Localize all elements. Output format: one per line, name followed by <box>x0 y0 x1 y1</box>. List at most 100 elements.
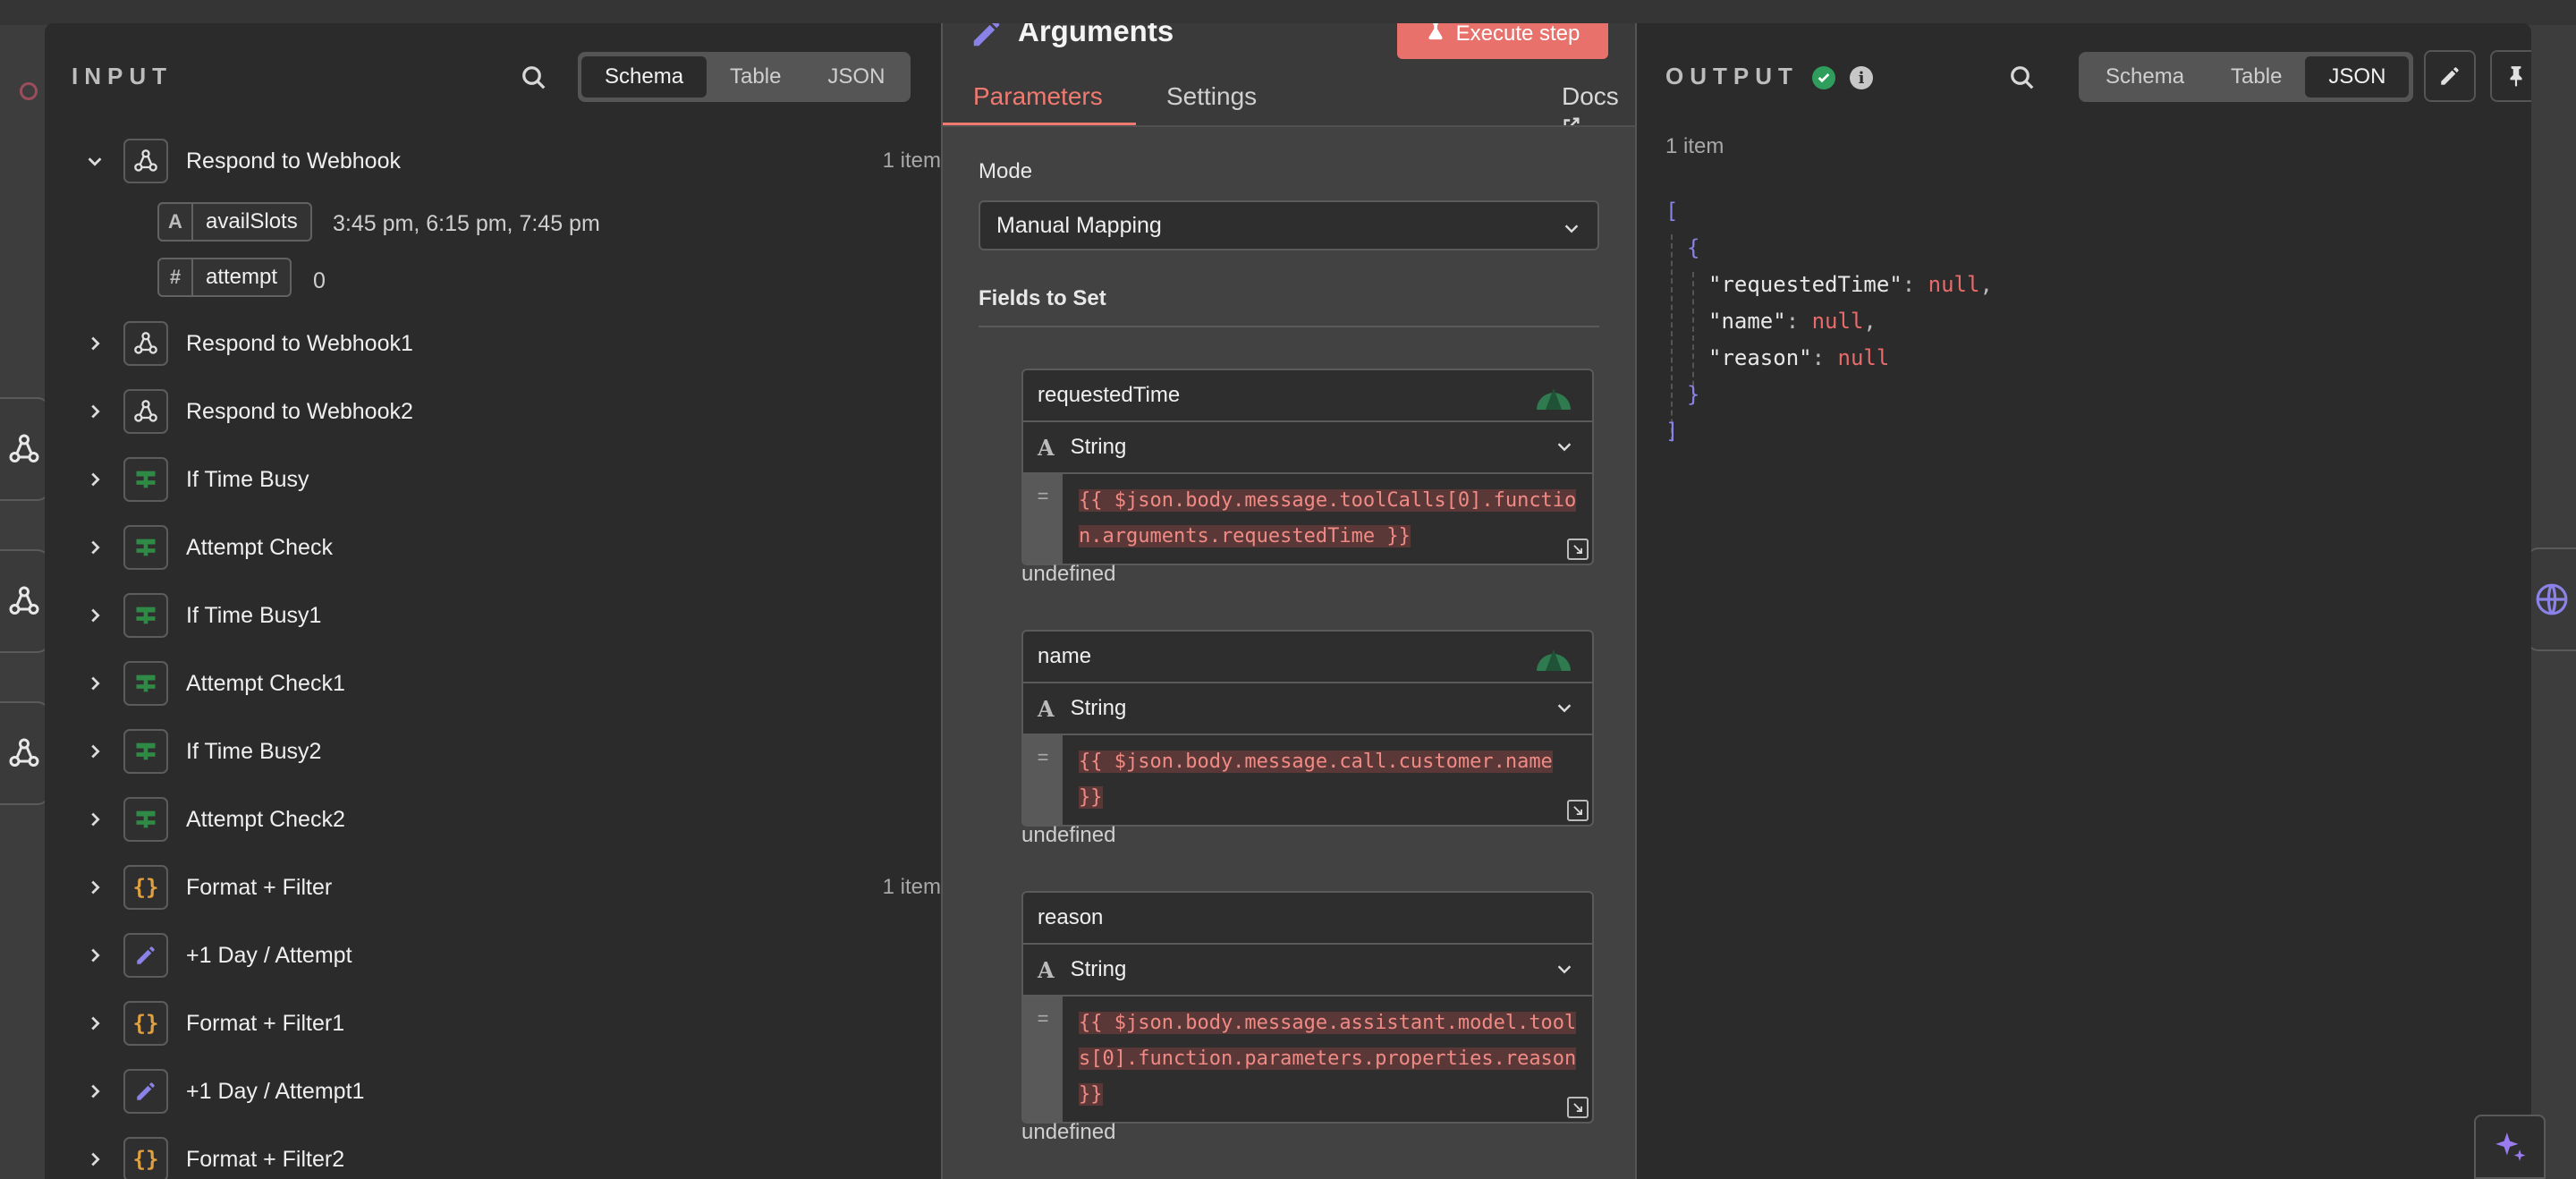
field-name-input[interactable]: name <box>1023 632 1592 683</box>
tab-settings[interactable]: Settings <box>1166 82 1257 111</box>
tree-row[interactable]: Respond to Webhook 1 item <box>45 136 941 186</box>
chevron-right-icon[interactable] <box>84 673 106 694</box>
parameters-panel: Arguments Execute step Parameters Settin… <box>941 23 1637 1179</box>
tree-row[interactable]: +1 Day / Attempt <box>45 930 941 980</box>
tree-row[interactable]: Respond to Webhook2 <box>45 386 941 437</box>
expand-icon[interactable] <box>1567 539 1589 560</box>
expression-editor[interactable]: = {{ $json.body.message.toolCalls[0].fun… <box>1023 474 1592 564</box>
chevron-right-icon[interactable] <box>84 401 106 422</box>
tree-row[interactable]: +1 Day / Attempt1 <box>45 1066 941 1116</box>
tree-row[interactable]: {} Format + Filter2 <box>45 1134 941 1179</box>
webhook-icon <box>9 586 39 615</box>
expression-equals-icon: = <box>1023 735 1063 825</box>
expand-icon[interactable] <box>1567 800 1589 821</box>
execute-step-button[interactable]: Execute step <box>1397 23 1608 59</box>
chevron-right-icon[interactable] <box>84 741 106 762</box>
tree-node-label: Format + Filter <box>186 874 333 900</box>
chevron-right-icon[interactable] <box>84 1081 106 1102</box>
tree-row[interactable]: Respond to Webhook1 <box>45 318 941 369</box>
json-viewer[interactable]: [ { "requestedTime": null, "name": null,… <box>1665 193 1993 450</box>
search-icon[interactable] <box>2007 63 2038 93</box>
chevron-right-icon[interactable] <box>84 877 106 898</box>
tree-row[interactable]: {} Format + Filter1 <box>45 998 941 1048</box>
webhook-icon <box>123 139 168 183</box>
input-tab-schema[interactable]: Schema <box>581 56 708 98</box>
canvas-http-node[interactable] <box>2526 547 2576 651</box>
chevron-right-icon[interactable] <box>84 809 106 830</box>
tree-row[interactable]: Attempt Check <box>45 522 941 573</box>
chevron-right-icon[interactable] <box>84 469 106 490</box>
search-icon[interactable] <box>519 63 549 93</box>
field-name-input[interactable]: reason <box>1023 893 1592 945</box>
field-card: name A String = {{ $json.body.message.ca… <box>1021 630 1594 827</box>
expression-editor[interactable]: = {{ $json.body.message.assistant.model.… <box>1023 997 1592 1122</box>
pencil-icon <box>2441 67 2459 85</box>
canvas-webhook-node-1[interactable] <box>0 397 50 501</box>
info-icon[interactable]: i <box>1850 66 1873 89</box>
output-title: OUTPUT <box>1665 63 1799 89</box>
node-details-modal: INPUT Schema Table JSON Respond to Webho… <box>45 23 2531 1179</box>
edit-output-button[interactable] <box>2424 50 2476 102</box>
flask-icon <box>1426 23 1445 47</box>
pin-data-button[interactable] <box>2490 50 2531 102</box>
expression-preview: undefined <box>1021 562 1116 586</box>
mode-select[interactable]: Manual Mapping <box>979 200 1599 250</box>
input-tab-table[interactable]: Table <box>707 56 804 98</box>
tree-row[interactable]: If Time Busy1 <box>45 590 941 640</box>
chevron-right-icon[interactable] <box>84 1149 106 1170</box>
chevron-right-icon[interactable] <box>84 605 106 626</box>
field-name: requestedTime <box>1038 383 1181 407</box>
chevron-right-icon[interactable] <box>84 1013 106 1034</box>
field-type-select[interactable]: A String <box>1023 683 1592 735</box>
pin-icon <box>2510 66 2522 87</box>
chevron-right-icon[interactable] <box>84 945 106 966</box>
if-icon <box>123 457 168 502</box>
ai-assistant-button[interactable] <box>2474 1115 2546 1179</box>
tree-row[interactable]: If Time Busy <box>45 454 941 505</box>
canvas-webhook-node-2[interactable] <box>0 549 50 653</box>
field-type-select[interactable]: A String <box>1023 945 1592 997</box>
number-type-icon: # <box>159 259 193 295</box>
output-tab-schema[interactable]: Schema <box>2082 56 2207 98</box>
chevron-right-icon[interactable] <box>84 537 106 558</box>
vapi-icon <box>1537 649 1571 671</box>
string-type-icon: A <box>159 204 193 240</box>
tree-node-label: If Time Busy1 <box>186 602 322 628</box>
canvas-webhook-node-3[interactable] <box>0 701 50 805</box>
expression-equals-icon: = <box>1023 997 1063 1122</box>
tree-row[interactable]: {} Format + Filter 1 item <box>45 862 941 912</box>
json-bracket: ] <box>1665 419 1679 444</box>
output-tab-table[interactable]: Table <box>2207 56 2305 98</box>
field-name: name <box>1038 644 1092 668</box>
expand-icon[interactable] <box>1567 1097 1589 1118</box>
node-title[interactable]: Arguments <box>1018 23 1174 48</box>
tree-row[interactable]: Attempt Check2 <box>45 794 941 844</box>
field-type-select[interactable]: A String <box>1023 422 1592 474</box>
schema-field-pill[interactable]: # attempt <box>157 258 292 297</box>
tree-node-label: If Time Busy <box>186 466 309 492</box>
expression-text: {{ $json.body.message.assistant.model.to… <box>1079 1012 1577 1106</box>
json-key: "reason" <box>1708 345 1812 370</box>
globe-icon <box>2536 583 2568 615</box>
tab-parameters[interactable]: Parameters <box>973 82 1103 111</box>
field-type: String <box>1070 957 1127 981</box>
expression-text: {{ $json.body.message.toolCalls[0].funct… <box>1079 489 1577 547</box>
json-brace: } <box>1687 382 1700 407</box>
tree-row[interactable]: Attempt Check1 <box>45 658 941 708</box>
input-tab-json[interactable]: JSON <box>804 56 908 98</box>
expression-editor[interactable]: = {{ $json.body.message.call.customer.na… <box>1023 735 1592 825</box>
field-name-input[interactable]: requestedTime <box>1023 370 1592 422</box>
if-icon <box>123 729 168 774</box>
field-name: availSlots <box>206 209 298 233</box>
output-tab-json[interactable]: JSON <box>2305 56 2410 98</box>
tree-row[interactable]: If Time Busy2 <box>45 726 941 776</box>
webhook-icon <box>9 434 39 462</box>
chevron-right-icon[interactable] <box>84 333 106 354</box>
vapi-icon <box>1537 388 1571 410</box>
schema-field-pill[interactable]: A availSlots <box>157 202 312 242</box>
chevron-down-icon[interactable] <box>84 150 106 172</box>
pencil-icon <box>123 1069 168 1114</box>
field-name: reason <box>1038 905 1104 929</box>
expression-preview: undefined <box>1021 1120 1116 1144</box>
tree-node-label: Respond to Webhook2 <box>186 398 413 424</box>
